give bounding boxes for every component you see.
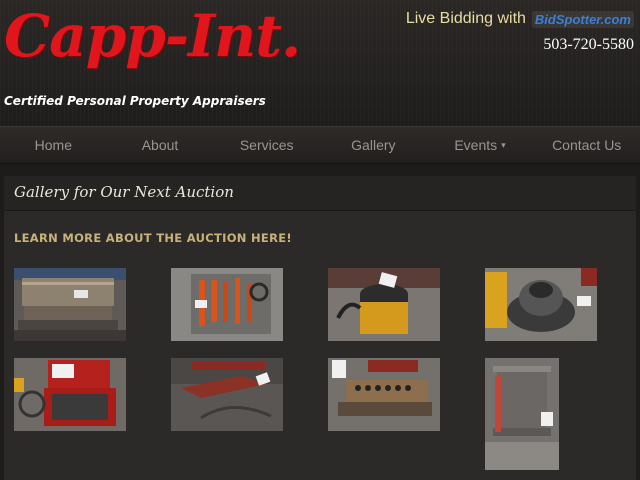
- site-tagline: Certified Personal Property Appraisers: [4, 94, 266, 108]
- shop-vac-canister-photo-icon: [485, 268, 597, 341]
- red-tool-case-photo-icon: [14, 358, 126, 431]
- nav-gallery[interactable]: Gallery: [320, 127, 427, 163]
- floor-jack-photo-icon: [171, 358, 283, 431]
- gallery-thumb-5[interactable]: [14, 358, 126, 431]
- bidspotter-logo[interactable]: BidSpotter.com: [531, 10, 634, 28]
- gallery-thumb-8[interactable]: [485, 358, 559, 470]
- gallery-thumb-6[interactable]: [171, 358, 283, 431]
- nav-services-label: Services: [239, 137, 294, 153]
- phone-number: 503-720-5580: [543, 36, 634, 53]
- learn-more-link[interactable]: Learn more about the auction here!: [14, 231, 292, 245]
- nav-home-label: Home: [34, 137, 73, 153]
- nav-contact-us[interactable]: Contact Us: [533, 127, 640, 163]
- nav-gallery-label: Gallery: [351, 137, 396, 153]
- metal-bracket-photo-icon: [485, 358, 559, 470]
- nav-contact-label: Contact Us: [552, 137, 622, 153]
- chevron-down-icon: ▾: [501, 139, 506, 150]
- gallery-thumb-4[interactable]: [485, 268, 597, 341]
- gallery-thumb-7[interactable]: [328, 358, 440, 431]
- gallery-panel: Gallery for Our Next Auction Learn more …: [4, 176, 636, 480]
- gallery-thumb-1[interactable]: [14, 268, 126, 341]
- site-header: Capp-Int. Certified Personal Property Ap…: [0, 0, 640, 126]
- nav-services[interactable]: Services: [213, 127, 320, 163]
- hydraulic-tool-kit-photo-icon: [171, 268, 283, 341]
- metal-parts-tray-photo-icon: [328, 358, 440, 431]
- main-nav: Home About Services Gallery Events ▾ Cont…: [0, 126, 640, 164]
- nav-events-label: Events: [454, 137, 498, 153]
- page-title: Gallery for Our Next Auction: [14, 183, 234, 201]
- shop-vac-photo-icon: [328, 268, 440, 341]
- live-bidding-text: Live Bidding with: [405, 10, 526, 27]
- site-logo[interactable]: Capp-Int.: [4, 2, 301, 70]
- nav-about-label: About: [141, 137, 179, 153]
- live-bidding-banner[interactable]: Live Bidding with BidSpotter.com: [406, 10, 634, 28]
- panel-header: Gallery for Our Next Auction: [4, 176, 636, 211]
- nav-about[interactable]: About: [107, 127, 214, 163]
- sheet-metal-brake-photo-icon: [14, 268, 126, 341]
- nav-home[interactable]: Home: [0, 127, 107, 163]
- bidspotter-brand: BidSpotter.com: [534, 11, 631, 27]
- nav-events[interactable]: Events ▾: [427, 127, 534, 163]
- gallery-thumb-2[interactable]: [171, 268, 283, 341]
- gallery-thumb-3[interactable]: [328, 268, 440, 341]
